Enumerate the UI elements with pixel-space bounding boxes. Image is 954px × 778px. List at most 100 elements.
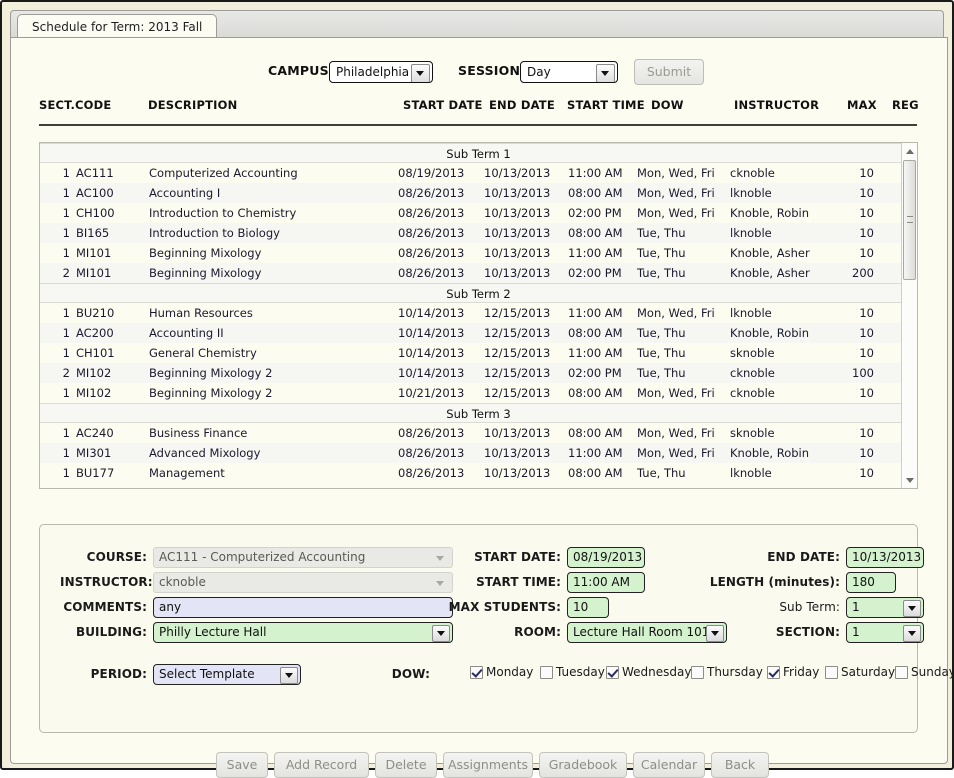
dow-checkbox-sunday[interactable] [895,666,908,679]
cell-code: MI101 [76,246,112,260]
length-input[interactable]: 180 [846,572,896,593]
assignments-button[interactable]: Assignments [443,752,533,778]
section-select-value: 1 [852,625,860,639]
table-row[interactable]: 2 MI102 Beginning Mixology 2 10/14/2013 12/1… [40,363,917,383]
table-header: SECT. CODE DESCRIPTION START DATE END DA… [11,98,947,128]
dow-checkbox-wednesday[interactable] [606,666,619,679]
section-select[interactable]: 1 [846,622,924,643]
comments-input[interactable]: any [153,597,453,618]
submit-button[interactable]: Submit [634,59,704,85]
back-button[interactable]: Back [711,752,769,778]
col-header-start-date: START DATE [403,98,483,112]
sub-term-select[interactable]: 1 [846,597,924,618]
chevron-down-icon[interactable] [596,64,615,82]
cell-end-date: 10/13/2013 [484,426,551,440]
sub-term-label: Sub Term: [779,600,840,614]
table-row[interactable]: 1 MI301 Advanced Mixology 08/26/2013 10/13/2… [40,443,917,463]
dow-checkbox-tuesday[interactable] [540,666,553,679]
table-row[interactable]: 1 BU210 Human Resources 10/14/2013 12/15/201… [40,303,917,323]
save-button[interactable]: Save [216,752,268,778]
table-row[interactable]: 1 MI101 Beginning Mixology 08/26/2013 10/13/… [40,243,917,263]
dow-checkbox-monday[interactable] [470,666,483,679]
session-label: SESSION: [458,63,526,78]
cell-description: Management [149,466,225,480]
col-header-sect: SECT. [39,98,76,112]
building-select[interactable]: Philly Lecture Hall [153,622,453,643]
session-select[interactable]: Day [520,61,618,83]
record-detail-form: COURSE: AC111 - Computerized Accounting … [39,524,954,733]
cell-description: Beginning Mixology [149,266,262,280]
end-date-input[interactable]: 10/13/2013 [846,547,924,568]
max-students-label: MAX STUDENTS: [448,600,561,614]
dow-label-wednesday: Wednesday [622,665,692,679]
cell-end-date: 12/15/2013 [484,366,551,380]
schedule-grid[interactable]: Sub Term 1 1 AC111 Computerized Accounting 0… [39,142,918,489]
cell-code: AC100 [76,186,114,200]
cell-max: 10 [859,426,874,440]
chevron-down-icon[interactable] [903,600,921,617]
dow-checkbox-friday[interactable] [767,666,780,679]
cell-instructor: Knoble, Robin [730,326,810,340]
comments-label: COMMENTS: [63,600,147,614]
delete-button[interactable]: Delete [375,752,437,778]
gradebook-button[interactable]: Gradebook [539,752,627,778]
table-row[interactable]: 1 BI165 Introduction to Biology 08/26/2013 1… [40,223,917,243]
grid-vertical-scrollbar[interactable] [901,143,917,488]
cell-dow: Tue, Thu [637,266,686,280]
cell-instructor: Knoble, Asher [730,246,810,260]
table-row[interactable]: 1 AC240 Business Finance 08/26/2013 10/13/20… [40,423,917,443]
cell-dow: Mon, Wed, Fri [637,426,715,440]
cell-description: Beginning Mixology 2 [149,366,273,380]
table-row[interactable]: 1 MI102 Beginning Mixology 2 10/21/2013 12/1… [40,383,917,403]
table-row[interactable]: 1 CH100 Introduction to Chemistry 08/26/201… [40,203,917,223]
table-row[interactable]: 1 AC111 Computerized Accounting 08/19/2013 1… [40,163,917,183]
chevron-down-icon[interactable] [903,625,921,642]
cell-dow: Mon, Wed, Fri [637,206,715,220]
max-students-input[interactable]: 10 [567,597,609,618]
campus-select[interactable]: Philadelphia E [329,61,433,83]
cell-start-date: 10/14/2013 [398,306,465,320]
cell-description: Human Resources [149,306,253,320]
scrollbar-thumb[interactable] [903,160,916,280]
cell-start-time: 02:00 PM [568,206,622,220]
campus-label: CAMPUS: [268,63,334,78]
cell-sect: 1 [62,226,70,240]
add-record-button[interactable]: Add Record [274,752,369,778]
instructor-select[interactable]: cknoble [153,572,453,593]
sub-term-group-header: Sub Term 2 [40,283,917,303]
main-panel: CAMPUS: Philadelphia E SESSION: Day Subm… [10,37,954,778]
cell-code: MI102 [76,366,112,380]
cell-start-time: 11:00 AM [568,446,623,460]
table-row[interactable]: 1 AC200 Accounting II 10/14/2013 12/15/2013 0… [40,323,917,343]
table-row[interactable]: 2 MI101 Beginning Mixology 08/26/2013 10/13/… [40,263,917,283]
table-row[interactable]: 1 AC100 Accounting I 08/26/2013 10/13/2013 08… [40,183,917,203]
start-time-input[interactable]: 11:00 AM [567,572,645,593]
building-label: BUILDING: [75,625,147,639]
scroll-up-icon[interactable] [902,143,917,159]
cell-start-time: 11:00 AM [568,306,623,320]
cell-max: 10 [859,386,874,400]
start-date-input[interactable]: 08/19/2013 [567,547,645,568]
col-header-max: MAX [847,98,877,112]
section-label: SECTION: [775,625,840,639]
scroll-down-icon[interactable] [902,472,917,488]
cell-start-time: 08:00 AM [568,466,623,480]
cell-start-date: 08/26/2013 [398,426,465,440]
dow-checkbox-saturday[interactable] [825,666,838,679]
cell-description: Introduction to Biology [149,226,280,240]
calendar-button[interactable]: Calendar [633,752,705,778]
chevron-down-icon[interactable] [411,64,430,82]
dow-checkbox-thursday[interactable] [691,666,704,679]
cell-max: 100 [852,366,874,380]
course-select[interactable]: AC111 - Computerized Accounting [153,547,453,568]
cell-description: Accounting I [149,186,221,200]
cell-code: BU177 [76,466,115,480]
col-header-start-time: START TIME [567,98,645,112]
cell-start-date: 08/19/2013 [398,166,465,180]
cell-instructor: lknoble [730,186,772,200]
table-row[interactable]: 1 CH101 General Chemistry 10/14/2013 12/15/2… [40,343,917,363]
cell-sect: 1 [62,166,70,180]
table-row[interactable]: 1 BU177 Management 08/26/2013 10/13/2013 08:0… [40,463,917,483]
cell-code: AC240 [76,426,114,440]
building-select-value: Philly Lecture Hall [159,625,267,639]
